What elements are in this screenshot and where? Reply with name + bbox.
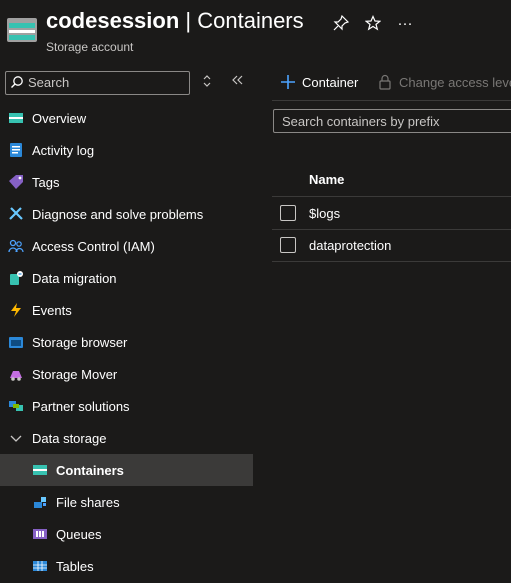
queues-icon [33,529,47,539]
data-migration-icon [10,271,23,285]
sidebar-item-data-storage[interactable]: Data storage [0,422,253,454]
sidebar-item-label: Diagnose and solve problems [32,207,204,222]
sidebar-item-access-control-iam[interactable]: Access Control (IAM) [0,230,253,262]
sidebar-item-overview[interactable]: Overview [0,102,253,134]
sidebar-search[interactable] [5,71,190,95]
ellipsis-icon[interactable]: ··· [396,15,414,33]
page-title: codesession | Containers [46,8,304,33]
storage-mover-icon [10,371,22,381]
sidebar-search-input[interactable] [28,74,183,90]
container-name[interactable]: $logs [309,206,340,221]
double-chevron-left-icon[interactable] [229,74,245,90]
pin-icon[interactable] [332,14,350,33]
sidebar-item-storage-browser[interactable]: Storage browser [0,326,253,358]
chevron-down-icon [10,435,22,442]
container-name[interactable]: dataprotection [309,238,391,253]
sidebar-item-label: Data storage [32,431,107,446]
lightning-icon [11,303,21,317]
toolbar: Container Change access leve [272,66,511,101]
sidebar-item-label: Queues [56,527,102,542]
sidebar-item-label: Tags [32,175,60,190]
search-icon [11,76,23,88]
sidebar-item-label: Containers [56,463,124,478]
sidebar-item-label: Overview [32,111,87,126]
plus-icon [281,75,295,89]
sidebar-item-label: Access Control (IAM) [32,239,155,254]
sidebar-item-label: File shares [56,495,120,510]
sidebar-nav: Overview Activity log Tags Diagnose and sol… [0,102,253,582]
activity-log-icon [10,143,22,157]
sidebar-item-diagnose-and-solve-problems[interactable]: Diagnose and solve problems [0,198,253,230]
sidebar-item-tags[interactable]: Tags [0,166,253,198]
change-access-level-button[interactable]: Change access leve [377,74,511,90]
sort-updown-icon[interactable] [199,74,215,90]
sidebar-item-data-migration[interactable]: Data migration [0,262,253,294]
sidebar-item-events[interactable]: Events [0,294,253,326]
tag-icon [9,175,23,189]
page-subtitle: Storage account [46,40,134,54]
sidebar-item-containers[interactable]: Containers [0,454,253,486]
table-header: Name [272,164,511,197]
storage-browser-icon [9,337,23,348]
main-content: Container Change access leve Name $logs … [272,66,511,583]
sidebar-item-label: Storage Mover [32,367,118,382]
sidebar-item-label: Events [32,303,72,318]
sidebar-item-label: Partner solutions [32,399,130,414]
sidebar-item-tables[interactable]: Tables [0,550,253,582]
sidebar: Overview Activity log Tags Diagnose and sol… [0,66,253,583]
sidebar-item-storage-mover[interactable]: Storage Mover [0,358,253,390]
file-shares-icon [34,497,46,508]
storage-account-icon [7,18,37,42]
sidebar-item-queues[interactable]: Queues [0,518,253,550]
sidebar-item-activity-log[interactable]: Activity log [0,134,253,166]
container-prefix-input[interactable] [282,113,511,129]
lock-icon [379,74,391,90]
sidebar-item-file-shares[interactable]: File shares [0,486,253,518]
sidebar-item-partner-solutions[interactable]: Partner solutions [0,390,253,422]
page-header: codesession | Containers Storage account… [0,0,511,60]
partner-icon [9,401,23,411]
tables-icon [33,561,47,571]
overview-icon [9,113,23,123]
add-container-button[interactable]: Container [280,74,358,90]
container-prefix-search[interactable] [273,109,511,133]
sidebar-item-label: Storage browser [32,335,128,350]
sidebar-item-label: Data migration [32,271,117,286]
row-checkbox[interactable] [280,237,296,253]
column-name-header[interactable]: Name [309,172,344,187]
wrench-icon [9,207,23,220]
row-checkbox[interactable] [280,205,296,221]
containers-icon [33,465,47,475]
table-row[interactable]: $logs [272,197,511,230]
table-row[interactable]: dataprotection [272,229,511,262]
star-icon[interactable] [364,15,382,33]
people-icon [8,239,24,253]
sidebar-item-label: Activity log [32,143,95,158]
sidebar-item-label: Tables [56,559,94,574]
